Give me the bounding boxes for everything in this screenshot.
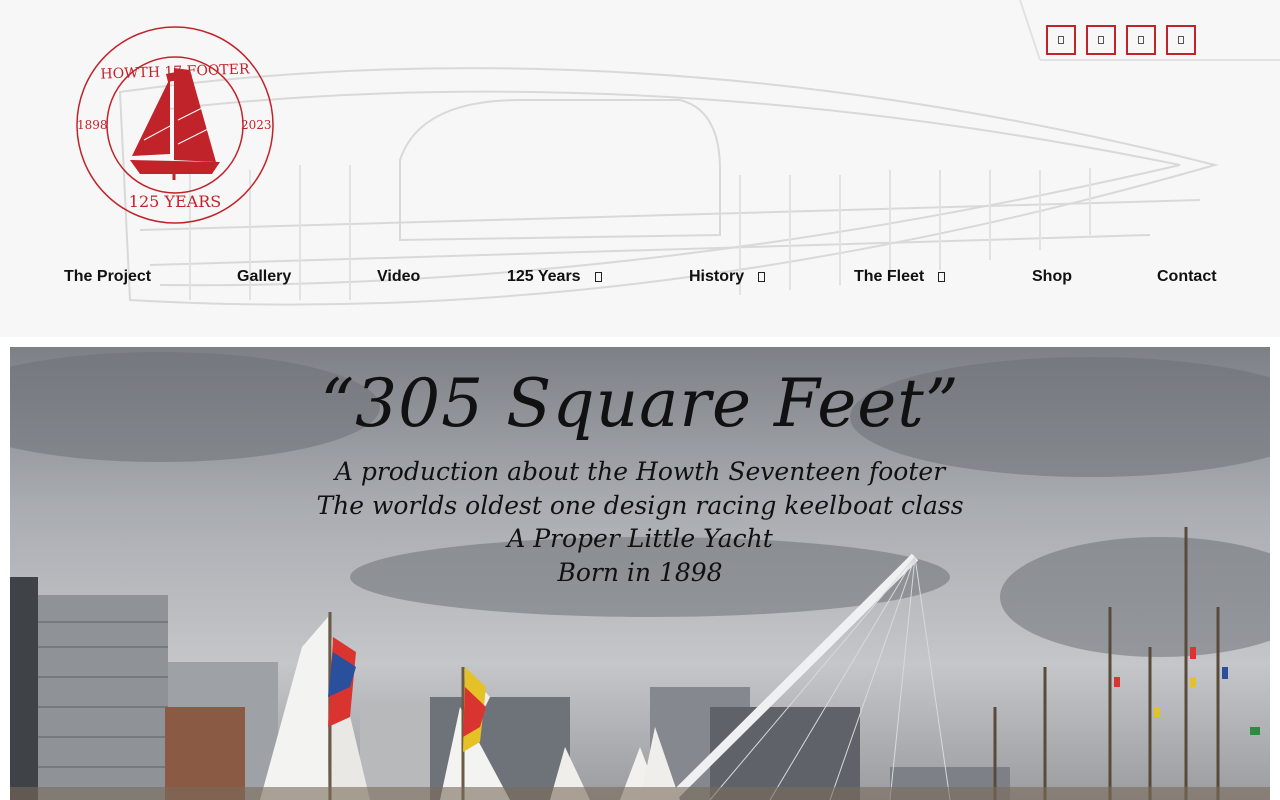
nav-item-gallery[interactable]: Gallery <box>237 268 291 286</box>
nav-item-label: 125 Years <box>507 268 581 285</box>
nav-item-the-project[interactable]: The Project <box>64 268 151 286</box>
hero-line-3: A Proper Little Yacht <box>507 524 773 553</box>
chevron-down-icon <box>938 272 946 282</box>
nav-item-label: The Fleet <box>854 268 925 285</box>
nav-item-label: Video <box>377 268 421 285</box>
twitter-icon[interactable] <box>1166 25 1196 55</box>
logo-year-left: 1898 <box>77 118 108 132</box>
nav-item-label: History <box>689 268 745 285</box>
nav-item-history[interactable]: History <box>689 268 766 286</box>
site-header: HOWTH 17 FOOTER 1898 2023 125 YEARS The … <box>0 0 1280 337</box>
instagram-glyph <box>1098 36 1104 44</box>
instagram-icon[interactable] <box>1086 25 1116 55</box>
nav-item-contact[interactable]: Contact <box>1157 268 1217 286</box>
social-links <box>1046 25 1196 58</box>
main-navigation: The Project Gallery Video 125 Years Hist… <box>0 268 1280 292</box>
nav-item-125-years[interactable]: 125 Years <box>507 268 602 286</box>
logo-text-layer: HOWTH 17 FOOTER 1898 2023 125 YEARS <box>74 24 276 226</box>
youtube-glyph <box>1138 36 1144 44</box>
hero-line-2: The worlds oldest one design racing keel… <box>316 491 964 520</box>
facebook-icon[interactable] <box>1046 25 1076 55</box>
twitter-glyph <box>1178 36 1184 44</box>
facebook-glyph <box>1058 36 1064 44</box>
hero-line-1: A production about the Howth Seventeen f… <box>334 457 946 486</box>
chevron-down-icon <box>594 272 602 282</box>
chevron-down-icon <box>758 272 766 282</box>
nav-item-shop[interactable]: Shop <box>1032 268 1072 286</box>
nav-item-label: Shop <box>1032 268 1072 285</box>
nav-item-label: Contact <box>1157 268 1217 285</box>
hero-banner: “305 Square Feet” A production about the… <box>10 347 1270 800</box>
nav-item-label: Gallery <box>237 268 292 285</box>
logo-top-text: HOWTH 17 FOOTER <box>100 61 250 83</box>
logo-bottom-text: 125 YEARS <box>128 192 222 211</box>
youtube-icon[interactable] <box>1126 25 1156 55</box>
nav-item-video[interactable]: Video <box>377 268 420 286</box>
nav-item-label: The Project <box>64 268 152 285</box>
hero-title: “305 Square Feet” <box>320 365 960 442</box>
hero-line-4: Born in 1898 <box>557 558 723 587</box>
nav-item-the-fleet[interactable]: The Fleet <box>854 268 946 286</box>
logo-year-right: 2023 <box>241 118 272 132</box>
